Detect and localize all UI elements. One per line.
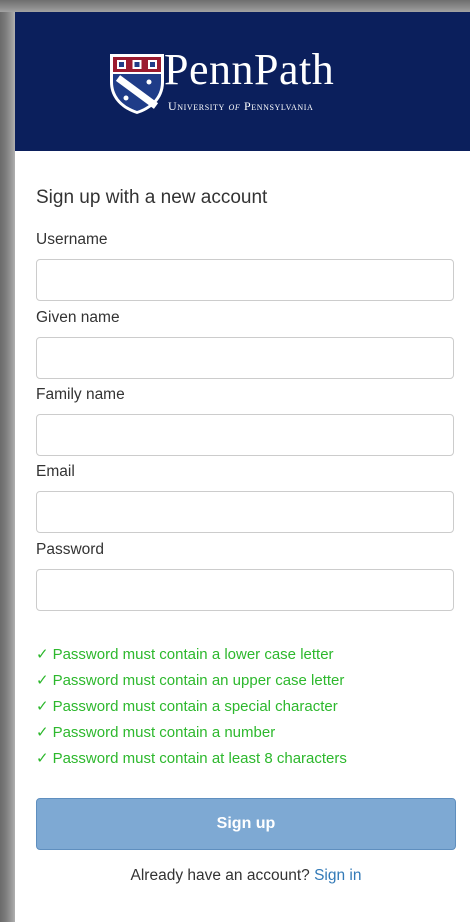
form-heading: Sign up with a new account <box>36 187 268 208</box>
brand-subtitle: University of Pennsylvania <box>168 99 313 114</box>
sign-in-link[interactable]: Sign in <box>314 867 361 884</box>
password-input[interactable] <box>36 569 454 611</box>
pennpath-logo: PennPath University of Pennsylvania <box>108 45 388 130</box>
signup-card: PennPath University of Pennsylvania Sign… <box>15 12 470 922</box>
check-icon: ✓ <box>36 750 49 767</box>
brand-title: PennPath <box>164 45 335 94</box>
password-rule-lowercase: ✓ Password must contain a lower case lett… <box>36 645 334 663</box>
given-name-input[interactable] <box>36 337 454 379</box>
brand-subtitle-suffix: Pennsylvania <box>243 99 314 113</box>
penn-shield-icon <box>110 54 164 114</box>
check-icon: ✓ <box>36 672 49 689</box>
email-label: Email <box>36 463 75 480</box>
brand-subtitle-prefix: University <box>168 99 225 113</box>
rule-text: Password must contain at least 8 charact… <box>52 750 347 767</box>
browser-frame: PennPath University of Pennsylvania Sign… <box>0 0 470 922</box>
password-label: Password <box>36 541 105 558</box>
password-rule-length: ✓ Password must contain at least 8 charac… <box>36 749 347 767</box>
rule-text: Password must contain an upper case lett… <box>52 672 345 689</box>
username-input[interactable] <box>36 259 454 301</box>
check-icon: ✓ <box>36 698 49 715</box>
username-label: Username <box>36 231 108 248</box>
check-icon: ✓ <box>36 724 49 741</box>
frame-left-edge <box>0 0 15 922</box>
family-name-input[interactable] <box>36 414 454 456</box>
password-rule-number: ✓ Password must contain a number <box>36 723 275 741</box>
sign-in-prompt: Already have an account? Sign in <box>36 867 456 885</box>
header-banner: PennPath University of Pennsylvania <box>15 12 470 151</box>
email-input[interactable] <box>36 491 454 533</box>
rule-text: Password must contain a number <box>52 724 276 741</box>
password-rule-uppercase: ✓ Password must contain an upper case let… <box>36 671 344 689</box>
rule-text: Password must contain a lower case lette… <box>52 646 334 663</box>
sign-up-button[interactable]: Sign up <box>36 798 456 850</box>
brand-subtitle-of: of <box>228 99 241 113</box>
check-icon: ✓ <box>36 646 49 663</box>
sign-in-prompt-text: Already have an account? <box>130 867 310 884</box>
rule-text: Password must contain a special characte… <box>52 698 338 715</box>
family-name-label: Family name <box>36 386 125 403</box>
password-rule-special: ✓ Password must contain a special charact… <box>36 697 338 715</box>
given-name-label: Given name <box>36 309 120 326</box>
frame-top-edge <box>0 0 470 12</box>
